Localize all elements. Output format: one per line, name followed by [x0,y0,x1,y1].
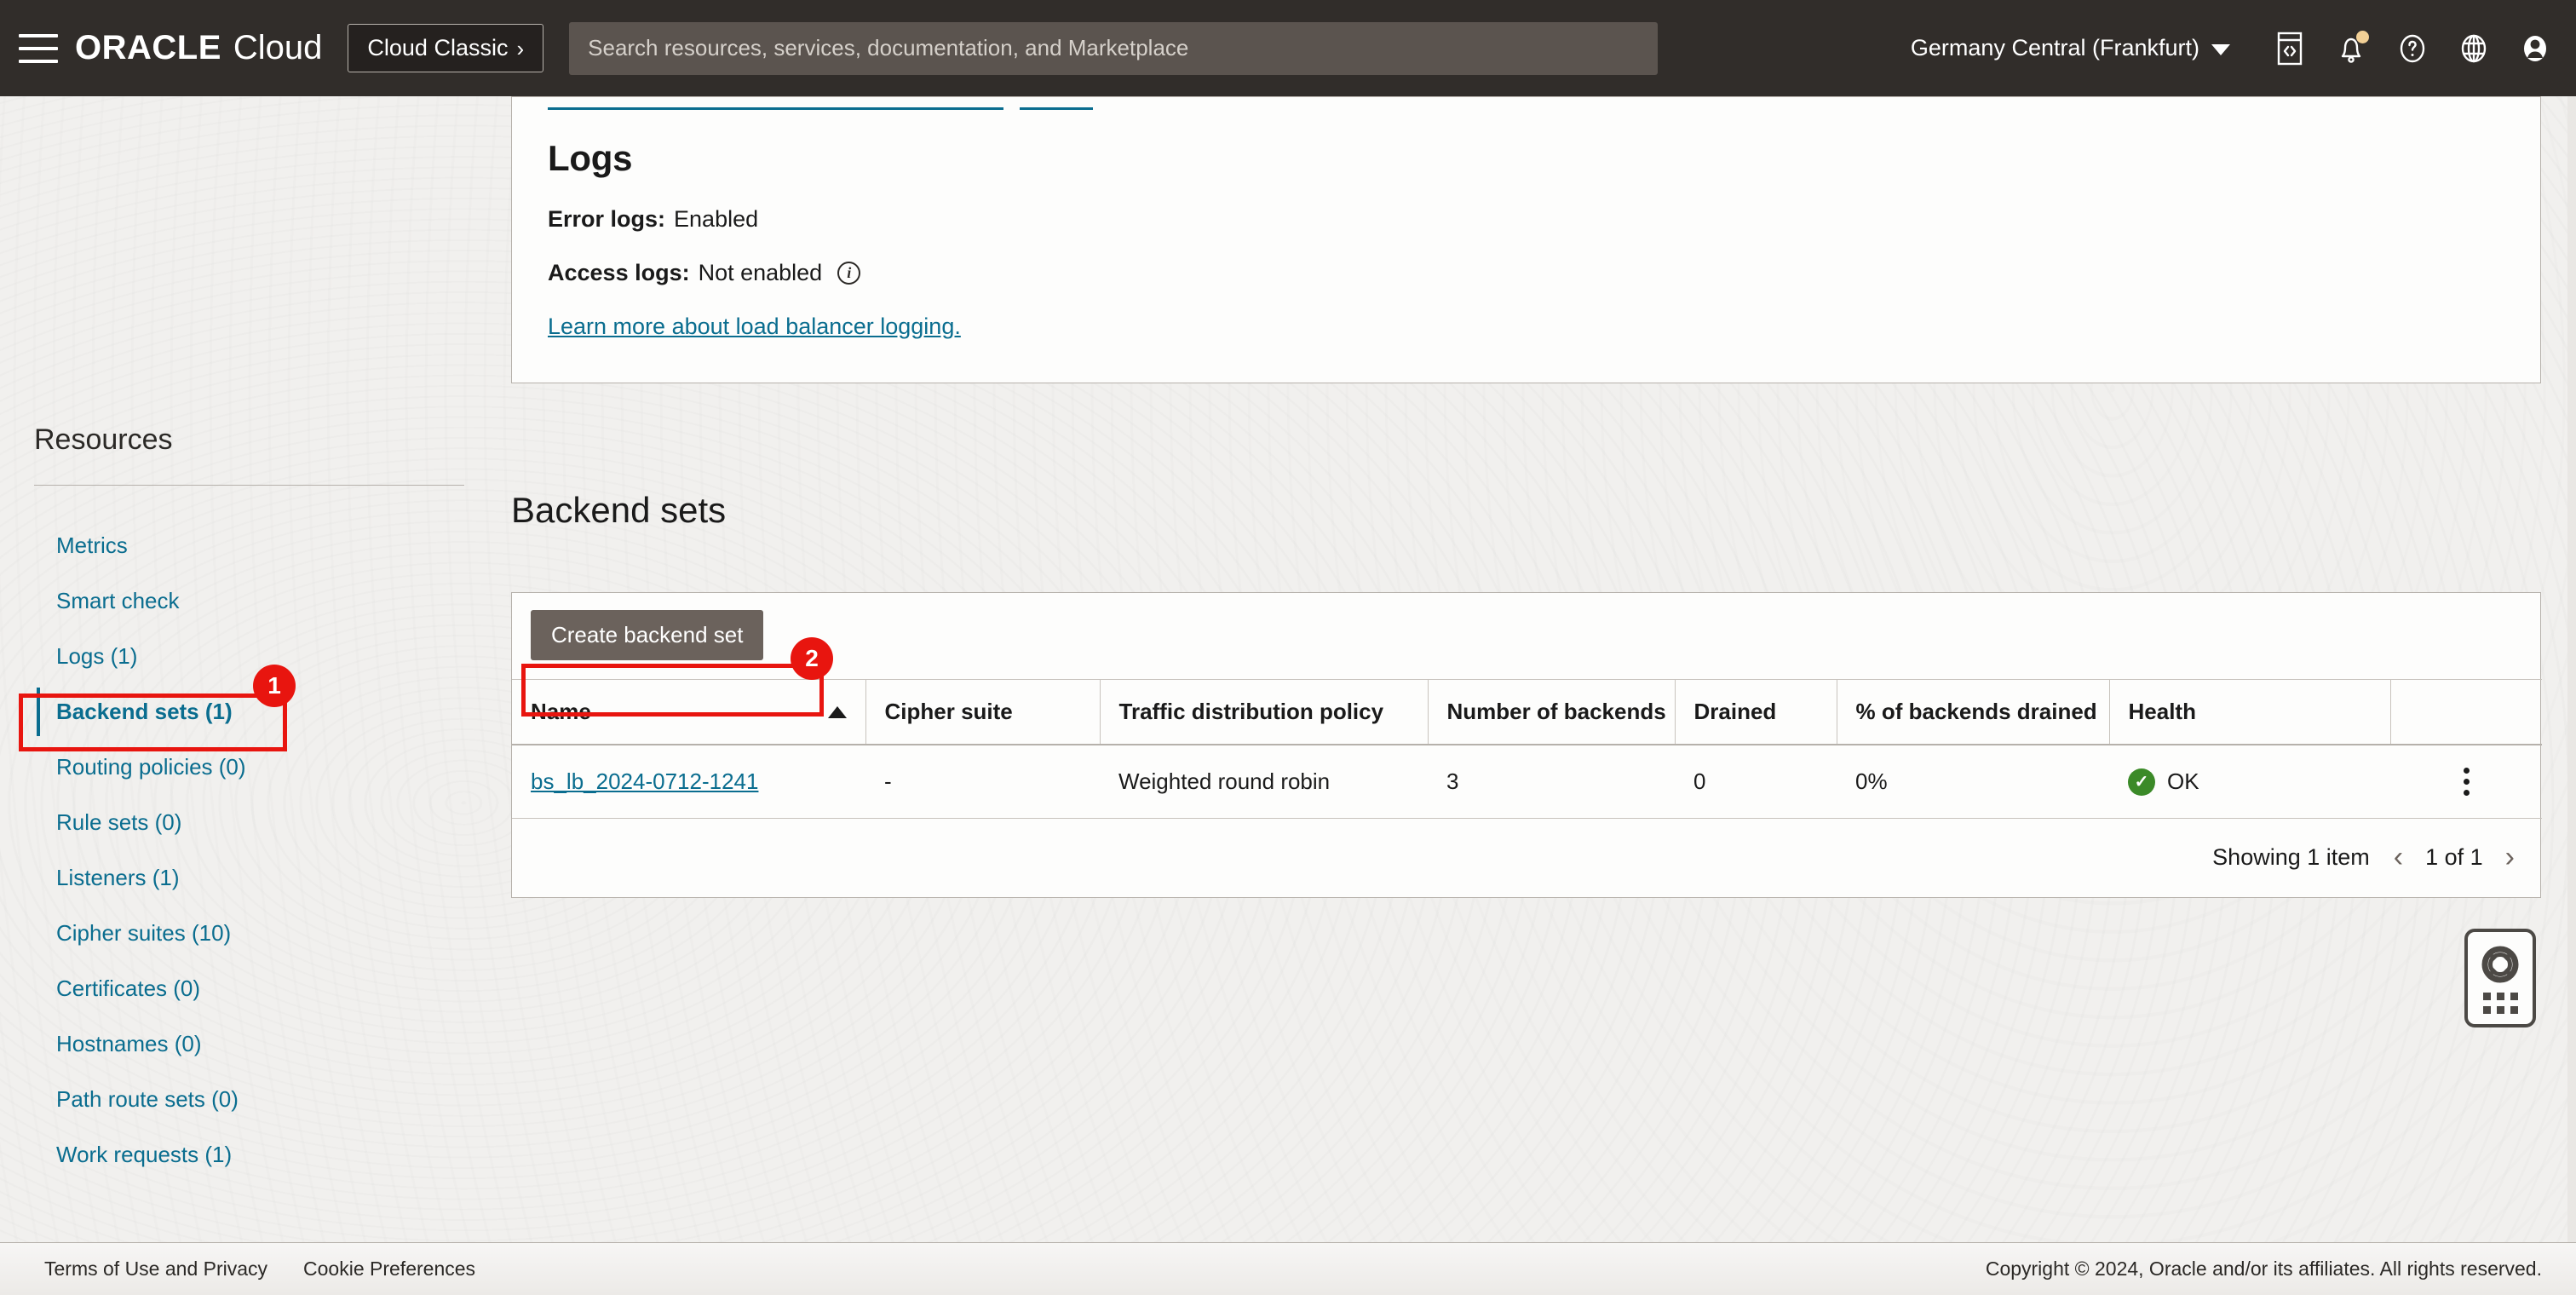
notifications-bell-icon[interactable] [2332,30,2370,67]
sort-ascending-icon[interactable] [827,705,847,718]
backend-sets-table: Name Cipher suite Traffic distribution p… [512,679,2542,819]
annotation-badge-1: 1 [253,665,296,707]
chevron-down-icon [2211,44,2230,55]
app-root: ORACLE Cloud Cloud Classic › Germany Cen… [0,0,2576,1295]
health-ok-check-icon: ✓ [2128,768,2155,796]
header-actions: Germany Central (Frankfurt) [1911,30,2554,67]
help-question-icon[interactable] [2394,30,2431,67]
chevron-right-icon: › [516,35,525,61]
cloud-classic-label: Cloud Classic [367,35,509,60]
error-logs-row: Error logs: Enabled [548,206,2504,233]
sidebar-item-certificates[interactable]: Certificates (0) [34,961,511,1016]
table-row: bs_lb_2024-0712-1241 - Weighted round ro… [512,745,2542,819]
page-scrollbar[interactable] [2567,96,2576,1295]
column-header-health[interactable]: Health [2109,679,2391,745]
clipped-link-underline-a [548,107,1003,110]
annotation-badge-2: 2 [791,637,833,680]
sidebar-item-listeners[interactable]: Listeners (1) [34,850,511,906]
brand-oracle-text: ORACLE [75,29,221,66]
page-footer: Terms of Use and Privacy Cookie Preferen… [0,1242,2576,1295]
sidebar-item-work-requests[interactable]: Work requests (1) [34,1127,511,1183]
brand-cloud-text: Cloud [233,29,323,66]
sidebar-item-list: Metrics Smart check Logs (1) Backend set… [34,518,511,1183]
showing-items-label: Showing 1 item [2212,843,2370,870]
access-logs-value: Not enabled [698,260,823,285]
cell-cipher-suite: - [865,745,1100,819]
access-logs-label: Access logs: [548,260,690,285]
cell-drained: 0 [1675,745,1837,819]
clipped-link-underline-b [1020,107,1093,110]
drag-dots-handle[interactable] [2482,992,2518,1014]
logs-heading: Logs [548,138,633,178]
sidebar-item-smart-check[interactable]: Smart check [34,573,511,629]
cloud-classic-button[interactable]: Cloud Classic › [348,24,544,72]
cell-actions [2390,745,2542,819]
previous-page-icon[interactable]: ‹ [2394,843,2403,872]
column-header-percent-drained[interactable]: % of backends drained [1837,679,2110,745]
logs-card: Logs Error logs: Enabled Access logs: No… [511,96,2541,383]
sidebar-item-routing-policies[interactable]: Routing policies (0) [34,740,511,795]
sidebar-item-cipher-suites[interactable]: Cipher suites (10) [34,906,511,961]
column-header-number-of-backends[interactable]: Number of backends [1428,679,1676,745]
help-floating-widget[interactable] [2464,929,2536,1027]
clipped-link-above[interactable] [548,99,1093,112]
main-content: Logs Error logs: Enabled Access logs: No… [511,96,2576,1295]
backend-sets-heading: Backend sets [511,490,727,530]
table-pagination-footer: Showing 1 item ‹ 1 of 1 › [512,819,2540,897]
sidebar-title: Resources [34,423,173,456]
cell-traffic-policy: Weighted round robin [1100,745,1428,819]
sidebar-item-path-route-sets[interactable]: Path route sets (0) [34,1072,511,1127]
sidebar-divider [34,485,464,486]
cookie-preferences-link[interactable]: Cookie Preferences [303,1258,475,1281]
oracle-cloud-logo[interactable]: ORACLE Cloud [75,29,322,67]
status-badge: OK [2167,768,2199,794]
column-header-drained[interactable]: Drained [1675,679,1837,745]
table-header-row: Name Cipher suite Traffic distribution p… [512,679,2542,745]
code-editor-icon[interactable] [2271,30,2309,67]
page-indicator: 1 of 1 [2425,843,2483,870]
backend-set-name-link[interactable]: bs_lb_2024-0712-1241 [531,768,758,794]
column-header-name-label: Name [531,699,591,724]
sidebar-item-metrics[interactable]: Metrics [34,518,511,573]
cell-name: bs_lb_2024-0712-1241 [512,745,865,819]
hamburger-menu-icon[interactable] [19,33,58,63]
lifesaver-help-icon [2481,946,2519,982]
column-header-actions [2390,679,2542,745]
next-page-icon[interactable]: › [2505,843,2515,872]
column-header-cipher-suite[interactable]: Cipher suite [865,679,1101,745]
kebab-menu-icon[interactable] [2409,768,2523,796]
footer-links: Terms of Use and Privacy Cookie Preferen… [44,1258,475,1281]
region-label: Germany Central (Frankfurt) [1910,35,2199,60]
global-search-input[interactable] [569,21,1659,75]
create-backend-set-button[interactable]: Create backend set [531,610,764,660]
column-header-name[interactable]: Name [512,679,866,745]
info-icon[interactable]: i [837,262,861,285]
pagination-controls: ‹ 1 of 1 › [2394,843,2515,872]
cell-number-of-backends: 3 [1428,745,1675,819]
region-selector[interactable]: Germany Central (Frankfurt) [1911,35,2230,61]
user-avatar-icon[interactable] [2516,30,2554,67]
global-header: ORACLE Cloud Cloud Classic › Germany Cen… [0,0,2576,96]
copyright-text: Copyright © 2024, Oracle and/or its affi… [1985,1258,2542,1280]
sidebar-item-rule-sets[interactable]: Rule sets (0) [34,795,511,850]
cell-percent-drained: 0% [1837,745,2109,819]
sidebar-item-hostnames[interactable]: Hostnames (0) [34,1016,511,1072]
learn-more-logging-link[interactable]: Learn more about load balancer logging. [548,314,961,340]
access-logs-row: Access logs: Not enabled i [548,260,2504,286]
cell-health: ✓ OK [2109,745,2390,819]
column-header-traffic-policy[interactable]: Traffic distribution policy [1100,679,1429,745]
notification-dot [2356,30,2369,43]
error-logs-label: Error logs: [548,206,666,232]
globe-language-icon[interactable] [2455,30,2493,67]
error-logs-value: Enabled [674,206,759,232]
terms-of-use-link[interactable]: Terms of Use and Privacy [44,1258,267,1281]
